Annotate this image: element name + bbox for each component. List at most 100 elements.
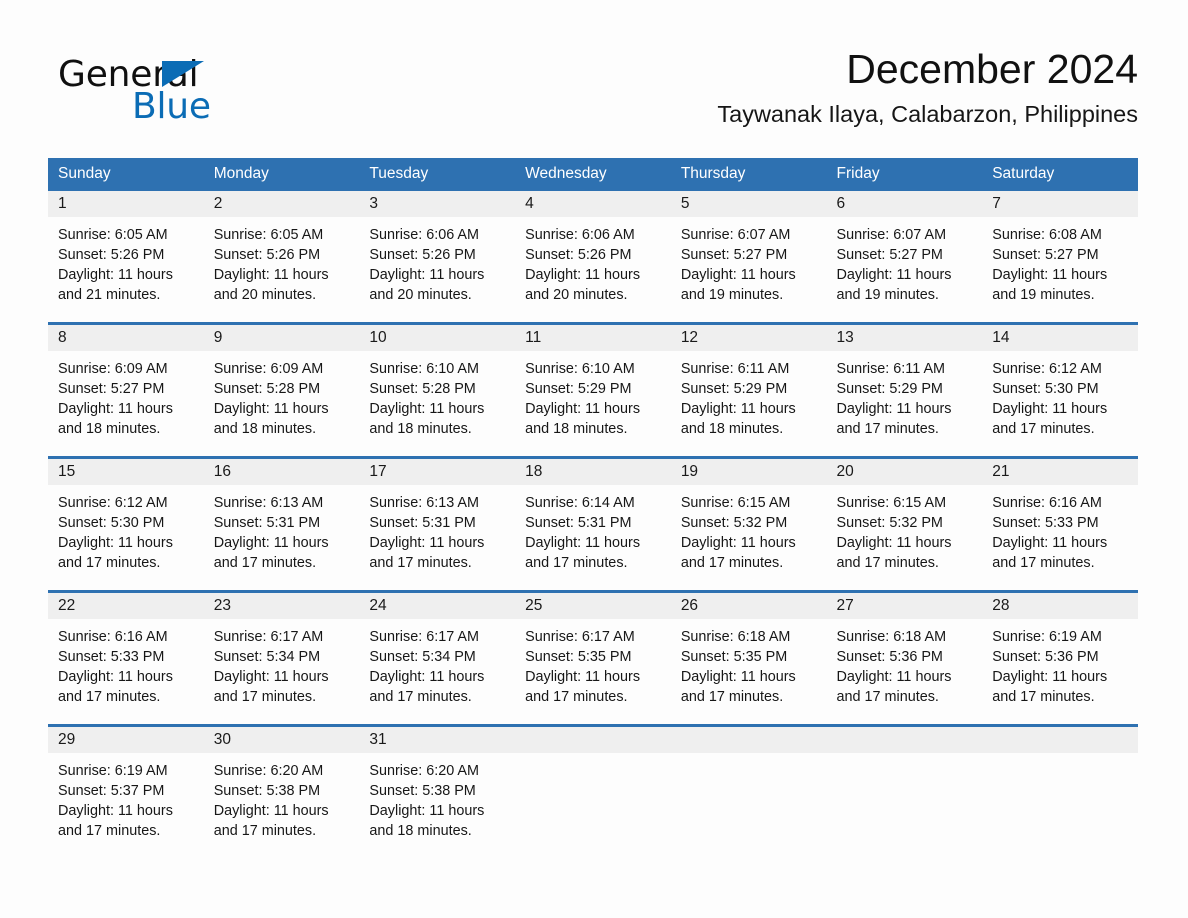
- sunrise-text: Sunrise: 6:17 AM: [525, 629, 635, 645]
- calendar-day-cell[interactable]: 11 Sunrise: 6:10 AM Sunset: 5:29 PM Dayligh…: [515, 322, 671, 458]
- day-details: Sunrise: 6:15 AM Sunset: 5:32 PM Daylight:…: [827, 485, 983, 573]
- day-details: Sunrise: 6:07 AM Sunset: 5:27 PM Daylight:…: [827, 217, 983, 305]
- sunrise-text: Sunrise: 6:06 AM: [369, 227, 479, 243]
- daylight-text-line2: and 17 minutes.: [525, 689, 628, 705]
- calendar-day-cell[interactable]: 27 Sunrise: 6:18 AM Sunset: 5:36 PM Dayligh…: [826, 590, 983, 726]
- sunset-text: Sunset: 5:27 PM: [58, 381, 165, 397]
- weekday-header-friday: Friday: [826, 158, 983, 191]
- day-number: [670, 727, 827, 753]
- day-details: [515, 753, 671, 761]
- calendar-day-cell-empty: [670, 724, 827, 858]
- calendar-day-cell[interactable]: 22 Sunrise: 6:16 AM Sunset: 5:33 PM Dayligh…: [48, 590, 204, 726]
- daylight-text-line2: and 17 minutes.: [836, 555, 939, 571]
- calendar-page: General Blue December 2024 Taywanak Ilay…: [0, 0, 1188, 918]
- page-title: December 2024: [846, 46, 1138, 92]
- day-details: [671, 753, 827, 761]
- day-number: 9: [203, 325, 360, 351]
- day-details: Sunrise: 6:06 AM Sunset: 5:26 PM Daylight:…: [359, 217, 515, 305]
- page-masthead: General Blue December 2024 Taywanak Ilay…: [48, 44, 1138, 148]
- day-details: Sunrise: 6:17 AM Sunset: 5:34 PM Daylight:…: [204, 619, 360, 707]
- sunrise-text: Sunrise: 6:10 AM: [369, 361, 479, 377]
- calendar-day-cell[interactable]: 12 Sunrise: 6:11 AM Sunset: 5:29 PM Dayligh…: [670, 322, 827, 458]
- day-number: 21: [982, 459, 1138, 485]
- sunset-text: Sunset: 5:33 PM: [992, 515, 1099, 531]
- sunset-text: Sunset: 5:38 PM: [213, 783, 321, 799]
- sunset-text: Sunset: 5:26 PM: [369, 247, 476, 263]
- calendar-day-cell[interactable]: 17 Sunrise: 6:13 AM Sunset: 5:31 PM Dayligh…: [359, 456, 516, 592]
- sunrise-text: Sunrise: 6:20 AM: [369, 763, 479, 779]
- calendar-day-cell[interactable]: 7 Sunrise: 6:08 AM Sunset: 5:27 PM Daylight…: [982, 191, 1138, 324]
- daylight-text-line2: and 18 minutes.: [525, 421, 628, 437]
- day-number: 13: [826, 325, 983, 351]
- calendar-day-cell[interactable]: 13 Sunrise: 6:11 AM Sunset: 5:29 PM Dayligh…: [826, 322, 983, 458]
- calendar-day-cell[interactable]: 16 Sunrise: 6:13 AM Sunset: 5:31 PM Dayligh…: [203, 456, 360, 592]
- daylight-text-line2: and 20 minutes.: [369, 287, 472, 303]
- calendar-day-cell[interactable]: 18 Sunrise: 6:14 AM Sunset: 5:31 PM Dayligh…: [515, 456, 671, 592]
- day-details: Sunrise: 6:12 AM Sunset: 5:30 PM Daylight:…: [48, 485, 204, 573]
- calendar-day-cell[interactable]: 20 Sunrise: 6:15 AM Sunset: 5:32 PM Dayligh…: [826, 456, 983, 592]
- calendar-day-cell[interactable]: 28 Sunrise: 6:19 AM Sunset: 5:36 PM Dayligh…: [982, 590, 1138, 726]
- calendar-day-cell[interactable]: 6 Sunrise: 6:07 AM Sunset: 5:27 PM Daylight…: [826, 191, 983, 324]
- daylight-text-line1: Daylight: 11 hours: [213, 803, 329, 819]
- sunset-text: Sunset: 5:35 PM: [680, 649, 788, 665]
- sunset-text: Sunset: 5:33 PM: [58, 649, 165, 665]
- sunset-text: Sunset: 5:27 PM: [992, 247, 1099, 263]
- sunset-text: Sunset: 5:27 PM: [680, 247, 788, 263]
- sunset-text: Sunset: 5:32 PM: [680, 515, 788, 531]
- calendar-day-cell[interactable]: 25 Sunrise: 6:17 AM Sunset: 5:35 PM Dayligh…: [515, 590, 671, 726]
- daylight-text-line2: and 20 minutes.: [525, 287, 628, 303]
- daylight-text-line2: and 17 minutes.: [58, 555, 161, 571]
- calendar-day-cell[interactable]: 9 Sunrise: 6:09 AM Sunset: 5:28 PM Daylight…: [203, 322, 360, 458]
- daylight-text-line1: Daylight: 11 hours: [58, 669, 173, 685]
- sunset-text: Sunset: 5:32 PM: [836, 515, 943, 531]
- calendar-day-cell[interactable]: 5 Sunrise: 6:07 AM Sunset: 5:27 PM Daylight…: [670, 191, 827, 324]
- calendar-day-cell[interactable]: 8 Sunrise: 6:09 AM Sunset: 5:27 PM Daylight…: [48, 322, 204, 458]
- calendar-day-cell[interactable]: 19 Sunrise: 6:15 AM Sunset: 5:32 PM Dayligh…: [670, 456, 827, 592]
- calendar-day-cell[interactable]: 1 Sunrise: 6:05 AM Sunset: 5:26 PM Daylight…: [48, 191, 204, 324]
- calendar-day-cell-empty: [515, 724, 671, 858]
- calendar-day-cell[interactable]: 24 Sunrise: 6:17 AM Sunset: 5:34 PM Dayligh…: [359, 590, 516, 726]
- calendar-day-cell[interactable]: 15 Sunrise: 6:12 AM Sunset: 5:30 PM Dayligh…: [48, 456, 204, 592]
- sunset-text: Sunset: 5:28 PM: [369, 381, 476, 397]
- daylight-text-line2: and 18 minutes.: [369, 421, 472, 437]
- page-subtitle: Taywanak Ilaya, Calabarzon, Philippines: [717, 101, 1138, 127]
- weekday-header-tuesday: Tuesday: [359, 158, 516, 191]
- calendar-week-row: 29 Sunrise: 6:19 AM Sunset: 5:37 PM Dayligh…: [48, 724, 1138, 858]
- daylight-text-line2: and 19 minutes.: [836, 287, 939, 303]
- sunrise-text: Sunrise: 6:09 AM: [213, 361, 324, 377]
- day-details: Sunrise: 6:10 AM Sunset: 5:28 PM Daylight:…: [359, 351, 515, 439]
- daylight-text-line1: Daylight: 11 hours: [836, 669, 952, 685]
- calendar-day-cell[interactable]: 26 Sunrise: 6:18 AM Sunset: 5:35 PM Dayligh…: [670, 590, 827, 726]
- day-details: Sunrise: 6:10 AM Sunset: 5:29 PM Daylight:…: [515, 351, 671, 439]
- sunset-text: Sunset: 5:35 PM: [525, 649, 632, 665]
- day-number: 28: [982, 593, 1138, 619]
- calendar-day-cell[interactable]: 23 Sunrise: 6:17 AM Sunset: 5:34 PM Dayligh…: [203, 590, 360, 726]
- general-blue-logo[interactable]: General Blue: [58, 54, 358, 134]
- day-details: Sunrise: 6:16 AM Sunset: 5:33 PM Daylight:…: [48, 619, 204, 707]
- day-details: Sunrise: 6:20 AM Sunset: 5:38 PM Daylight:…: [359, 753, 515, 841]
- calendar-week-row: 22 Sunrise: 6:16 AM Sunset: 5:33 PM Dayligh…: [48, 590, 1138, 726]
- day-details: Sunrise: 6:17 AM Sunset: 5:34 PM Daylight:…: [359, 619, 515, 707]
- calendar-day-cell[interactable]: 10 Sunrise: 6:10 AM Sunset: 5:28 PM Dayligh…: [359, 322, 516, 458]
- calendar-day-cell[interactable]: 21 Sunrise: 6:16 AM Sunset: 5:33 PM Dayligh…: [982, 456, 1138, 592]
- sunrise-text: Sunrise: 6:20 AM: [213, 763, 324, 779]
- day-number: 18: [515, 459, 671, 485]
- sunset-text: Sunset: 5:37 PM: [58, 783, 165, 799]
- calendar-day-cell[interactable]: 3 Sunrise: 6:06 AM Sunset: 5:26 PM Daylight…: [359, 191, 516, 324]
- sunrise-text: Sunrise: 6:05 AM: [58, 227, 168, 243]
- sunrise-text: Sunrise: 6:18 AM: [836, 629, 947, 645]
- calendar-day-cell[interactable]: 4 Sunrise: 6:06 AM Sunset: 5:26 PM Daylight…: [515, 191, 671, 324]
- day-number: 7: [982, 191, 1138, 217]
- day-details: Sunrise: 6:07 AM Sunset: 5:27 PM Daylight:…: [671, 217, 827, 305]
- calendar-day-cell[interactable]: 2 Sunrise: 6:05 AM Sunset: 5:26 PM Daylight…: [203, 191, 360, 324]
- calendar-day-cell[interactable]: 30 Sunrise: 6:20 AM Sunset: 5:38 PM Dayligh…: [203, 724, 360, 858]
- day-number: 15: [48, 459, 204, 485]
- sunset-text: Sunset: 5:26 PM: [525, 247, 632, 263]
- sunset-text: Sunset: 5:36 PM: [992, 649, 1099, 665]
- sunset-text: Sunset: 5:31 PM: [369, 515, 476, 531]
- daylight-text-line2: and 18 minutes.: [680, 421, 784, 437]
- calendar-day-cell[interactable]: 29 Sunrise: 6:19 AM Sunset: 5:37 PM Dayligh…: [48, 724, 204, 858]
- calendar-day-cell[interactable]: 31 Sunrise: 6:20 AM Sunset: 5:38 PM Dayligh…: [359, 724, 516, 858]
- calendar-day-cell[interactable]: 14 Sunrise: 6:12 AM Sunset: 5:30 PM Dayligh…: [982, 322, 1138, 458]
- weekday-header-saturday: Saturday: [982, 158, 1138, 191]
